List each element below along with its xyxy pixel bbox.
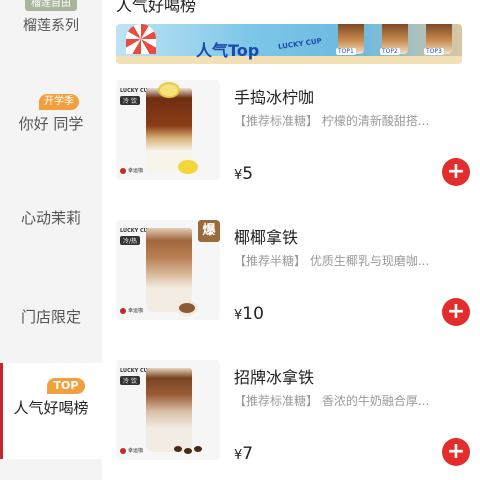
category-badge: TOP: [46, 378, 86, 394]
product-description: 【推荐标准糖】 柠檬的清新酸甜搭...: [234, 114, 430, 128]
coffee-bean-icon: [174, 446, 182, 452]
product-price: ¥7: [234, 444, 253, 464]
thumb-store-name: 幸运咖: [128, 448, 144, 454]
product-image: LUCKY CUP 冷/热 爆 幸运咖: [116, 220, 220, 320]
coffee-bean-icon: [184, 448, 192, 454]
plus-icon: +: [446, 159, 466, 184]
coconut-icon: [176, 300, 198, 316]
sidebar-item-hello-classmate[interactable]: 开学季 你好 同学: [0, 92, 102, 134]
thumb-temperature-tag: 冷 饮: [120, 376, 140, 385]
rank-label: TOP1: [336, 48, 356, 55]
product-price: ¥5: [234, 164, 253, 184]
sidebar-item-durian[interactable]: 榴莲自由 榴莲系列: [0, 0, 102, 35]
add-to-cart-button[interactable]: +: [442, 158, 470, 186]
price-value: 5: [242, 164, 254, 184]
rank-label: TOP3: [424, 48, 444, 55]
selected-indicator: [0, 363, 3, 459]
price-value: 7: [242, 444, 254, 464]
add-to-cart-button[interactable]: +: [442, 438, 470, 466]
price-value: 10: [242, 304, 264, 324]
sidebar-item-store-limited[interactable]: 门店限定: [0, 306, 102, 327]
iced-latte-glass: [146, 368, 192, 452]
thumb-temperature-tag: 冷/热: [120, 236, 141, 245]
sidebar-item-label: 门店限定: [20, 308, 81, 326]
section-title: 人气好喝榜: [116, 0, 197, 15]
sidebar-item-jasmine[interactable]: 心动茉莉: [0, 207, 102, 228]
category-badge: 榴莲自由: [25, 0, 77, 11]
store-logo-icon: [120, 167, 126, 174]
lemon-slice-icon: [158, 82, 180, 98]
thumb-store-tag: 幸运咖: [120, 447, 143, 454]
thumb-store-name: 幸运咖: [128, 308, 144, 314]
promo-banner[interactable]: 人气Top LUCKY CUP TOP1 TOP2 TOP3: [116, 24, 462, 64]
hot-seller-badge: 爆: [198, 220, 220, 242]
coffee-bean-icon: [194, 446, 202, 452]
product-description: 【推荐半糖】 优质生椰乳与现磨咖...: [234, 254, 430, 268]
product-image: LUCKY CUP 冷 饮 幸运咖: [116, 360, 220, 460]
plus-icon: +: [446, 439, 466, 464]
banner-brand: LUCKY CUP: [277, 36, 323, 52]
sidebar-item-label: 心动茉莉: [20, 209, 81, 227]
plus-icon: +: [446, 299, 466, 324]
product-description: 【推荐标准糖】 香浓的牛奶融合厚...: [234, 394, 430, 408]
rank-label: TOP2: [380, 48, 400, 55]
thumb-store-name: 幸运咖: [128, 168, 144, 174]
store-logo-icon: [120, 307, 126, 314]
banner-title: 人气Top: [196, 41, 260, 60]
product-name: 椰椰拿铁: [234, 228, 299, 247]
beach-umbrella-icon: [126, 24, 156, 54]
add-to-cart-button[interactable]: +: [442, 298, 470, 326]
sidebar-item-popular-ranking[interactable]: TOP 人气好喝榜: [0, 363, 102, 459]
product-name: 手捣冰柠咖: [234, 88, 315, 107]
product-card[interactable]: LUCKY CUP 冷 饮 幸运咖 招牌冰拿铁 【推荐标准糖】 香浓的牛奶融合厚…: [116, 360, 480, 466]
product-list: 人气好喝榜 人气Top LUCKY CUP TOP1 TOP2 TOP3 LUC…: [102, 0, 480, 480]
product-card[interactable]: LUCKY CUP 冷 饮 幸运咖 手捣冰柠咖 【推荐标准糖】 柠檬的清新酸甜搭…: [116, 80, 480, 186]
banner-cups-image: TOP1 TOP2 TOP3: [334, 24, 458, 58]
sidebar-item-label: 人气好喝榜: [13, 399, 89, 417]
product-card[interactable]: LUCKY CUP 冷/热 爆 幸运咖 椰椰拿铁 【推荐半糖】 优质生椰乳与现磨…: [116, 220, 480, 326]
store-logo-icon: [120, 447, 126, 454]
sidebar-item-label: 你好 同学: [18, 115, 84, 133]
lemon-icon: [178, 160, 198, 174]
product-name: 招牌冰拿铁: [234, 368, 315, 387]
sidebar-item-label: 榴莲系列: [23, 18, 79, 34]
thumb-store-tag: 幸运咖: [120, 307, 143, 314]
product-price: ¥10: [234, 304, 264, 324]
thumb-temperature-tag: 冷 饮: [120, 96, 140, 105]
category-badge: 开学季: [39, 94, 79, 110]
product-image: LUCKY CUP 冷 饮 幸运咖: [116, 80, 220, 180]
category-sidebar: 榴莲自由 榴莲系列 开学季 你好 同学 心动茉莉 门店限定 TOP 人气好喝榜: [0, 0, 102, 480]
thumb-store-tag: 幸运咖: [120, 167, 143, 174]
